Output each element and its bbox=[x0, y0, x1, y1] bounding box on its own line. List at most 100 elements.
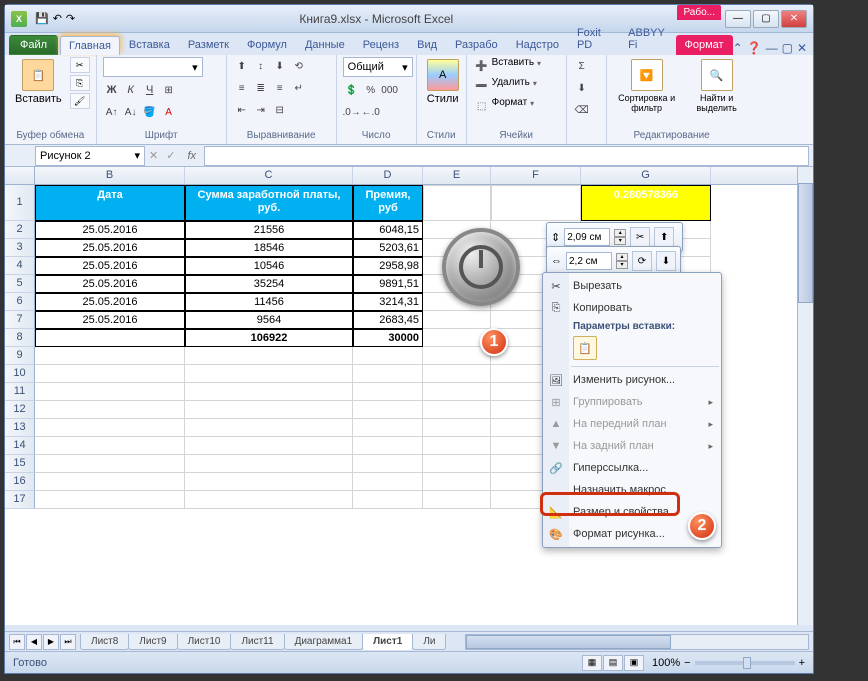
cell[interactable] bbox=[185, 401, 353, 419]
cell[interactable] bbox=[423, 455, 491, 473]
cell-date[interactable]: 25.05.2016 bbox=[35, 221, 185, 239]
row-header[interactable]: 4 bbox=[5, 257, 35, 275]
tab-abbyy[interactable]: ABBYY Fi bbox=[619, 23, 675, 55]
decrease-indent-button[interactable]: ⇤ bbox=[233, 101, 251, 119]
header-bonus[interactable]: Премия, руб bbox=[353, 185, 423, 221]
row-header[interactable]: 2 bbox=[5, 221, 35, 239]
cells-delete-button[interactable]: ➖Удалить bbox=[473, 77, 537, 95]
cell-salary[interactable]: 35254 bbox=[185, 275, 353, 293]
align-center-button[interactable]: ≣ bbox=[252, 79, 270, 97]
sheet-tab-9[interactable]: Лист9 bbox=[128, 634, 177, 650]
sheet-tab-partial[interactable]: Ли bbox=[412, 634, 446, 650]
increase-indent-button[interactable]: ⇥ bbox=[252, 101, 270, 119]
ctx-copy[interactable]: ⎘Копировать bbox=[543, 297, 721, 319]
cell[interactable] bbox=[353, 383, 423, 401]
cell[interactable] bbox=[35, 491, 185, 509]
cell[interactable] bbox=[423, 401, 491, 419]
comma-button[interactable]: 000 bbox=[381, 81, 399, 99]
align-left-button[interactable]: ≡ bbox=[233, 79, 251, 97]
increase-decimal-button[interactable]: .0→ bbox=[343, 103, 361, 121]
tab-nav-first[interactable]: ⏮ bbox=[9, 634, 25, 650]
orientation-button[interactable]: ⟲ bbox=[290, 57, 308, 75]
width-up[interactable]: ▴ bbox=[616, 253, 628, 261]
cell[interactable] bbox=[353, 419, 423, 437]
cells-format-button[interactable]: ⬚Формат bbox=[473, 97, 535, 115]
cell-date[interactable]: 25.05.2016 bbox=[35, 311, 185, 329]
align-bottom-button[interactable]: ⬇ bbox=[271, 57, 289, 75]
cell-bonus[interactable]: 6048,15 bbox=[353, 221, 423, 239]
ctx-change-picture[interactable]: 🖼Изменить рисунок... bbox=[543, 369, 721, 391]
cell[interactable] bbox=[423, 419, 491, 437]
zoom-slider[interactable] bbox=[695, 661, 795, 665]
row-header[interactable]: 14 bbox=[5, 437, 35, 455]
row-header-1[interactable]: 1 bbox=[5, 185, 35, 221]
tab-nav-prev[interactable]: ◀ bbox=[26, 634, 42, 650]
cell-e1[interactable] bbox=[423, 185, 491, 221]
cell[interactable] bbox=[423, 491, 491, 509]
autosum-button[interactable]: Σ bbox=[573, 57, 591, 75]
formula-bar[interactable] bbox=[204, 146, 809, 166]
cell[interactable] bbox=[423, 365, 491, 383]
cell-bonus[interactable]: 2958,98 bbox=[353, 257, 423, 275]
cell-empty[interactable] bbox=[423, 311, 491, 329]
name-box[interactable]: Рисунок 2▾ bbox=[35, 146, 145, 166]
row-header-8[interactable]: 8 bbox=[5, 329, 35, 347]
width-input[interactable] bbox=[566, 252, 612, 270]
row-header[interactable]: 9 bbox=[5, 347, 35, 365]
format-painter-icon[interactable]: 🖌 bbox=[70, 93, 90, 109]
tab-layout[interactable]: Разметк bbox=[179, 35, 238, 55]
cell[interactable] bbox=[423, 383, 491, 401]
doc-restore-icon[interactable]: ▢ bbox=[782, 41, 793, 55]
cell[interactable] bbox=[353, 347, 423, 365]
cell-date[interactable]: 25.05.2016 bbox=[35, 293, 185, 311]
width-down[interactable]: ▾ bbox=[616, 261, 628, 269]
power-button-image[interactable] bbox=[442, 228, 520, 306]
cell[interactable] bbox=[423, 347, 491, 365]
bold-button[interactable]: Ж bbox=[103, 81, 121, 99]
cell[interactable] bbox=[35, 401, 185, 419]
cell[interactable] bbox=[185, 347, 353, 365]
cell[interactable] bbox=[423, 437, 491, 455]
cell-date[interactable]: 25.05.2016 bbox=[35, 275, 185, 293]
cell[interactable] bbox=[185, 365, 353, 383]
col-header-d[interactable]: D bbox=[353, 167, 423, 184]
cell[interactable] bbox=[353, 455, 423, 473]
align-top-button[interactable]: ⬆ bbox=[233, 57, 251, 75]
zoom-thumb[interactable] bbox=[743, 657, 751, 669]
maximize-button[interactable]: ▢ bbox=[753, 10, 779, 28]
font-color-button[interactable]: A bbox=[160, 103, 178, 121]
height-down[interactable]: ▾ bbox=[614, 237, 626, 245]
tab-home[interactable]: Главная bbox=[60, 36, 120, 55]
row-header[interactable]: 6 bbox=[5, 293, 35, 311]
row-header[interactable]: 13 bbox=[5, 419, 35, 437]
col-header-e[interactable]: E bbox=[423, 167, 491, 184]
cell[interactable] bbox=[185, 473, 353, 491]
qat-undo-icon[interactable]: ↶ bbox=[53, 12, 62, 25]
cell[interactable] bbox=[185, 455, 353, 473]
cell[interactable] bbox=[353, 401, 423, 419]
enter-formula-icon[interactable]: ✓ bbox=[162, 149, 179, 162]
merge-button[interactable]: ⊟ bbox=[271, 101, 289, 119]
horizontal-scrollbar[interactable] bbox=[465, 634, 809, 650]
cell-salary[interactable]: 10546 bbox=[185, 257, 353, 275]
row-header[interactable]: 16 bbox=[5, 473, 35, 491]
sheet-tab-8[interactable]: Лист8 bbox=[80, 634, 129, 650]
cell[interactable] bbox=[185, 437, 353, 455]
align-middle-button[interactable]: ↕ bbox=[252, 57, 270, 75]
cell-g1[interactable]: 0,280578366 bbox=[581, 185, 711, 221]
cell[interactable] bbox=[35, 437, 185, 455]
zoom-in-button[interactable]: + bbox=[799, 657, 805, 669]
header-date[interactable]: Дата bbox=[35, 185, 185, 221]
doc-close-icon[interactable]: ✕ bbox=[797, 41, 807, 55]
cell[interactable] bbox=[185, 383, 353, 401]
hscroll-thumb[interactable] bbox=[466, 635, 671, 649]
cell-date[interactable]: 25.05.2016 bbox=[35, 257, 185, 275]
tab-formulas[interactable]: Формул bbox=[238, 35, 296, 55]
cell[interactable] bbox=[35, 365, 185, 383]
paste-button[interactable]: 📋 Вставить bbox=[11, 57, 66, 107]
vertical-scrollbar[interactable] bbox=[797, 167, 813, 625]
cell-salary[interactable]: 21556 bbox=[185, 221, 353, 239]
crop-button[interactable]: ✂ bbox=[630, 227, 650, 247]
cell-salary[interactable]: 18546 bbox=[185, 239, 353, 257]
font-name-combo[interactable]: ▾ bbox=[103, 57, 203, 77]
